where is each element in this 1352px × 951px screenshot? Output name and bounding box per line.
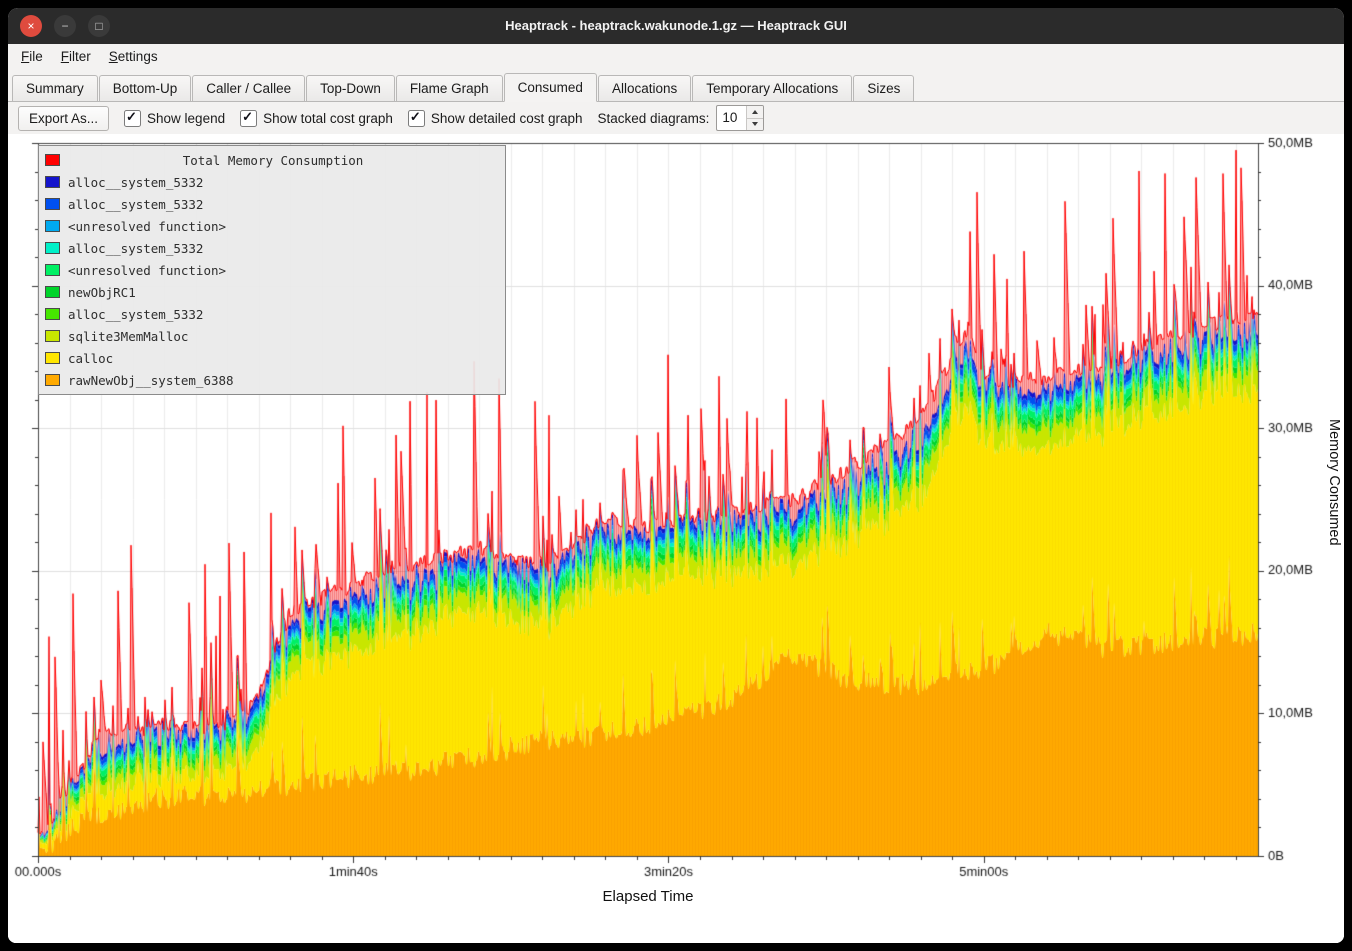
show-total-cost-checkbox[interactable]: Show total cost graph [240,110,393,127]
legend-label: <unresolved function> [68,219,226,234]
legend-swatch [45,374,60,386]
minimize-button[interactable]: − [54,15,76,37]
tab-sizes[interactable]: Sizes [853,75,914,101]
legend-swatch [45,154,60,166]
tab-bottom-up[interactable]: Bottom-Up [99,75,192,101]
legend-item: newObjRC1 [39,281,505,303]
heaptrack-window: × − □ Heaptrack - heaptrack.wakunode.1.g… [8,8,1344,943]
legend-swatch [45,352,60,364]
maximize-icon: □ [95,20,102,32]
legend-item: alloc__system_5332 [39,171,505,193]
menu-settings[interactable]: Settings [100,45,167,69]
arrow-down-icon [752,122,758,126]
legend-label: alloc__system_5332 [68,241,203,256]
close-icon: × [27,20,34,32]
legend-swatch [45,242,60,254]
show-detailed-cost-checkbox[interactable]: Show detailed cost graph [408,110,583,127]
legend-swatch [45,330,60,342]
legend-item: alloc__system_5332 [39,193,505,215]
legend-swatch [45,264,60,276]
legend-label: sqlite3MemMalloc [68,329,188,344]
legend-item: <unresolved function> [39,215,505,237]
checkbox-label: Show legend [147,111,225,126]
window-title: Heaptrack - heaptrack.wakunode.1.gz — He… [8,8,1344,44]
tab-temporary-allocations[interactable]: Temporary Allocations [692,75,852,101]
legend-label: alloc__system_5332 [68,307,203,322]
show-legend-checkbox[interactable]: Show legend [124,110,225,127]
menubar: File Filter Settings [8,44,1344,70]
checkbox-label: Show total cost graph [263,111,393,126]
tab-caller-callee[interactable]: Caller / Callee [192,75,305,101]
chart-area: Total Memory Consumption alloc__system_5… [8,134,1344,943]
x-axis-title: Elapsed Time [38,888,1258,905]
maximize-button[interactable]: □ [88,15,110,37]
menu-file[interactable]: File [12,45,52,69]
export-as-button[interactable]: Export As... [18,106,109,131]
spinbox-buttons [746,106,763,130]
legend-label: calloc [68,351,113,366]
tab-bar: Summary Bottom-Up Caller / Callee Top-Do… [8,70,1344,102]
window-controls: × − □ [20,15,110,37]
legend-label: rawNewObj__system_6388 [68,373,234,388]
legend-label: newObjRC1 [68,285,136,300]
titlebar[interactable]: × − □ Heaptrack - heaptrack.wakunode.1.g… [8,8,1344,44]
spin-up-button[interactable] [747,106,763,119]
spin-down-button[interactable] [747,119,763,131]
tab-consumed[interactable]: Consumed [504,73,597,102]
legend-item: rawNewObj__system_6388 [39,369,505,391]
arrow-up-icon [752,110,758,114]
legend-label: alloc__system_5332 [68,197,203,212]
legend-swatch [45,286,60,298]
y-axis-title: Memory Consumed [1326,419,1342,546]
legend-item: alloc__system_5332 [39,303,505,325]
legend-item: calloc [39,347,505,369]
tab-summary[interactable]: Summary [12,75,98,101]
checkbox-check-icon [408,110,425,127]
legend-label: alloc__system_5332 [68,175,203,190]
legend-item: sqlite3MemMalloc [39,325,505,347]
tab-allocations[interactable]: Allocations [598,75,691,101]
legend-title-row: Total Memory Consumption [39,149,505,171]
legend-label: <unresolved function> [68,263,226,278]
stacked-diagrams-spinbox[interactable]: 10 [716,105,764,131]
legend-swatch [45,198,60,210]
checkbox-check-icon [240,110,257,127]
legend-item: <unresolved function> [39,259,505,281]
tab-flame-graph[interactable]: Flame Graph [396,75,503,101]
toolbar: Export As... Show legend Show total cost… [8,102,1344,134]
spinbox-value: 10 [717,106,746,130]
legend-swatch [45,308,60,320]
menu-filter[interactable]: Filter [52,45,100,69]
minimize-icon: − [61,20,68,32]
chart-legend: Total Memory Consumption alloc__system_5… [38,145,506,395]
close-button[interactable]: × [20,15,42,37]
legend-item: alloc__system_5332 [39,237,505,259]
legend-swatch [45,176,60,188]
legend-title: Total Memory Consumption [68,153,499,168]
stacked-diagrams-label: Stacked diagrams: [598,111,710,126]
tab-top-down[interactable]: Top-Down [306,75,395,101]
checkbox-label: Show detailed cost graph [431,111,583,126]
legend-swatch [45,220,60,232]
checkbox-check-icon [124,110,141,127]
